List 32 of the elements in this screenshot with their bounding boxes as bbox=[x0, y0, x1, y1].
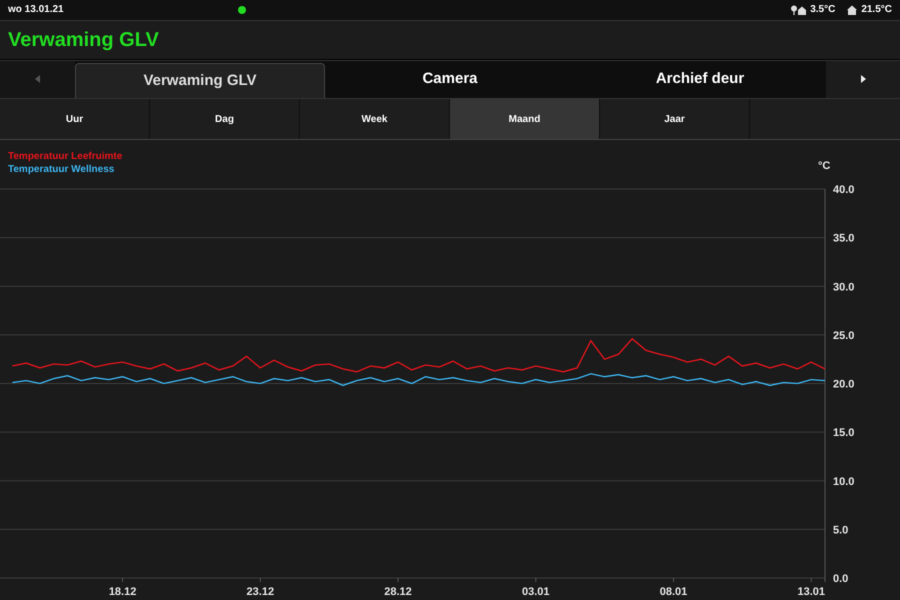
date-text: wo 13.01.21 bbox=[8, 3, 65, 18]
trees-house-icon bbox=[790, 4, 806, 15]
previous-tab-button[interactable] bbox=[0, 60, 75, 98]
y-tick-label: 25.0 bbox=[833, 330, 854, 342]
next-tab-button[interactable] bbox=[826, 60, 900, 98]
legend-entry: Temperatuur Leefruimte bbox=[8, 151, 122, 162]
y-tick-label: 30.0 bbox=[833, 281, 854, 294]
period-tab[interactable]: Maand bbox=[450, 99, 600, 139]
y-tick-label: 0.0 bbox=[833, 573, 848, 585]
x-tick-label: 18.12 bbox=[108, 586, 136, 598]
y-tick-label: 35.0 bbox=[833, 232, 854, 245]
x-tick-label: 23.12 bbox=[246, 586, 274, 598]
y-tick-label: 40.0 bbox=[833, 184, 854, 196]
y-tick-label: 5.0 bbox=[833, 524, 848, 536]
y-axis-unit: °C bbox=[818, 160, 830, 172]
left-arrow-icon bbox=[35, 75, 40, 84]
tab[interactable]: Camera bbox=[325, 60, 575, 98]
y-tick-label: 10.0 bbox=[833, 476, 854, 488]
indoor-temperature: 21.5°C bbox=[861, 3, 892, 18]
legend-entry: Temperatuur Wellness bbox=[8, 164, 114, 175]
tab[interactable]: Archief deur bbox=[575, 60, 825, 98]
x-tick-label: 03.01 bbox=[522, 586, 550, 598]
page-title: Verwaming GLV bbox=[8, 28, 159, 53]
x-tick-label: 28.12 bbox=[384, 586, 412, 598]
tab[interactable]: Verwaming GLV bbox=[75, 62, 325, 98]
y-tick-label: 20.0 bbox=[833, 378, 854, 390]
x-tick-label: 08.01 bbox=[660, 586, 688, 598]
house-icon bbox=[847, 4, 858, 15]
y-tick-label: 15.0 bbox=[833, 427, 854, 440]
right-arrow-icon bbox=[860, 75, 866, 84]
outdoor-temperature: 3.5°C bbox=[810, 3, 836, 18]
x-tick-label: 13.01 bbox=[797, 586, 825, 598]
